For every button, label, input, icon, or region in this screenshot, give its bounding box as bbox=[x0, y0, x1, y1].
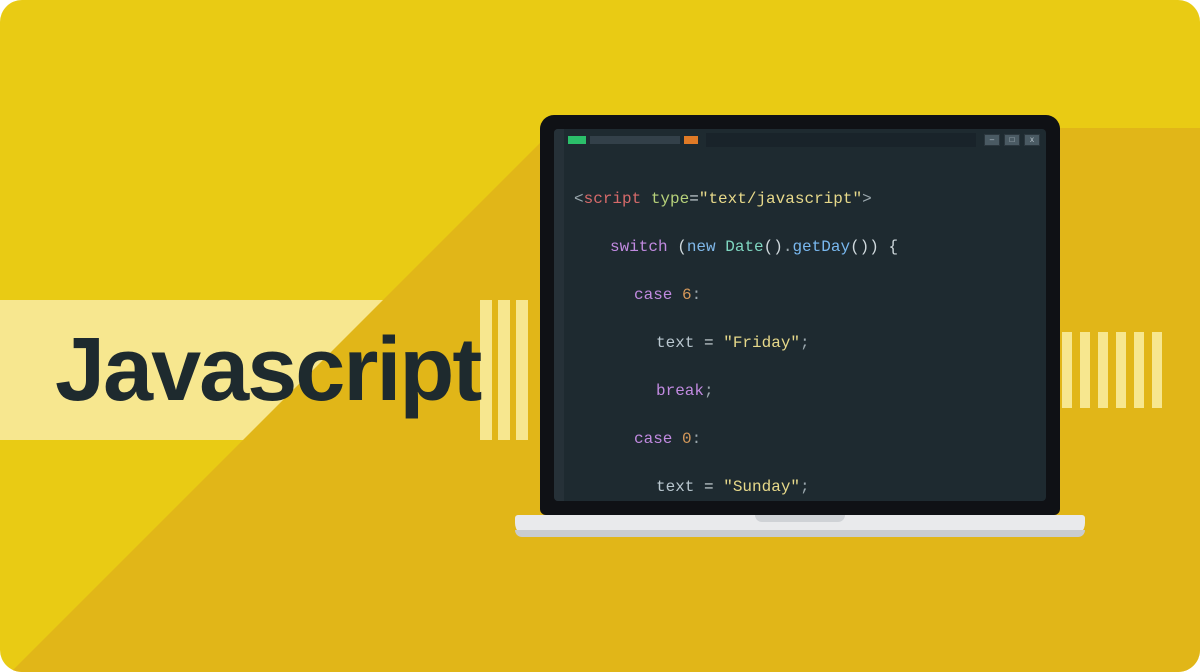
laptop-base bbox=[515, 515, 1085, 537]
code-token: 0 bbox=[672, 430, 691, 448]
code-token: () bbox=[850, 238, 869, 256]
editor-gutter bbox=[554, 129, 564, 501]
code-token: "Friday" bbox=[723, 334, 800, 352]
code-token: = bbox=[694, 334, 723, 352]
tab-indicator-modified bbox=[684, 136, 698, 144]
code-token: "Sunday" bbox=[723, 478, 800, 496]
page-title: Javascript bbox=[55, 300, 480, 440]
illustration-stage: Javascript – □ x bbox=[0, 0, 1200, 672]
bar bbox=[1062, 332, 1072, 408]
code-token bbox=[716, 238, 726, 256]
code-token: break bbox=[656, 382, 704, 400]
titlebar-fill bbox=[706, 133, 976, 147]
code-token: Date bbox=[725, 238, 763, 256]
bar bbox=[1080, 332, 1090, 408]
code-token: ; bbox=[800, 478, 810, 496]
code-token: ; bbox=[704, 382, 714, 400]
code-token: < bbox=[574, 190, 584, 208]
bar bbox=[1098, 332, 1108, 408]
laptop: – □ x <script type="text/javascript"> sw… bbox=[540, 115, 1060, 537]
code-token: script bbox=[584, 190, 642, 208]
bar bbox=[1152, 332, 1162, 408]
window-maximize-button[interactable]: □ bbox=[1004, 134, 1020, 146]
code-block: <script type="text/javascript"> switch (… bbox=[574, 163, 1038, 501]
bar bbox=[1116, 332, 1126, 408]
window-minimize-button[interactable]: – bbox=[984, 134, 1000, 146]
code-token: () bbox=[764, 238, 783, 256]
code-token: ( bbox=[668, 238, 687, 256]
code-token: new bbox=[687, 238, 716, 256]
window-buttons: – □ x bbox=[984, 134, 1040, 146]
bar bbox=[1134, 332, 1144, 408]
code-token: type bbox=[651, 190, 689, 208]
code-token: = bbox=[689, 190, 699, 208]
bar bbox=[498, 300, 510, 440]
laptop-lid: – □ x <script type="text/javascript"> sw… bbox=[540, 115, 1060, 515]
code-token: : bbox=[692, 430, 702, 448]
bar bbox=[516, 300, 528, 440]
code-token: case bbox=[634, 430, 672, 448]
editor-area: – □ x <script type="text/javascript"> sw… bbox=[564, 129, 1046, 501]
window-close-button[interactable]: x bbox=[1024, 134, 1040, 146]
tab-indicator-active bbox=[568, 136, 586, 144]
decorative-bars-left bbox=[480, 300, 528, 440]
code-token: case bbox=[634, 286, 672, 304]
code-token: . bbox=[783, 238, 793, 256]
code-token: ; bbox=[800, 334, 810, 352]
editor-titlebar: – □ x bbox=[564, 129, 1046, 151]
tab-indicator bbox=[590, 136, 680, 144]
code-token: "text/javascript" bbox=[699, 190, 862, 208]
code-token: switch bbox=[610, 238, 668, 256]
code-token: text bbox=[656, 478, 694, 496]
code-token: : bbox=[692, 286, 702, 304]
bar bbox=[480, 300, 492, 440]
editor-screen: – □ x <script type="text/javascript"> sw… bbox=[554, 129, 1046, 501]
code-token: = bbox=[694, 478, 723, 496]
page-title-text: Javascript bbox=[55, 319, 480, 422]
code-token: > bbox=[862, 190, 872, 208]
code-token: 6 bbox=[672, 286, 691, 304]
code-token: { bbox=[888, 238, 898, 256]
code-token: ) bbox=[869, 238, 888, 256]
code-token: getDay bbox=[792, 238, 850, 256]
code-token: text bbox=[656, 334, 694, 352]
